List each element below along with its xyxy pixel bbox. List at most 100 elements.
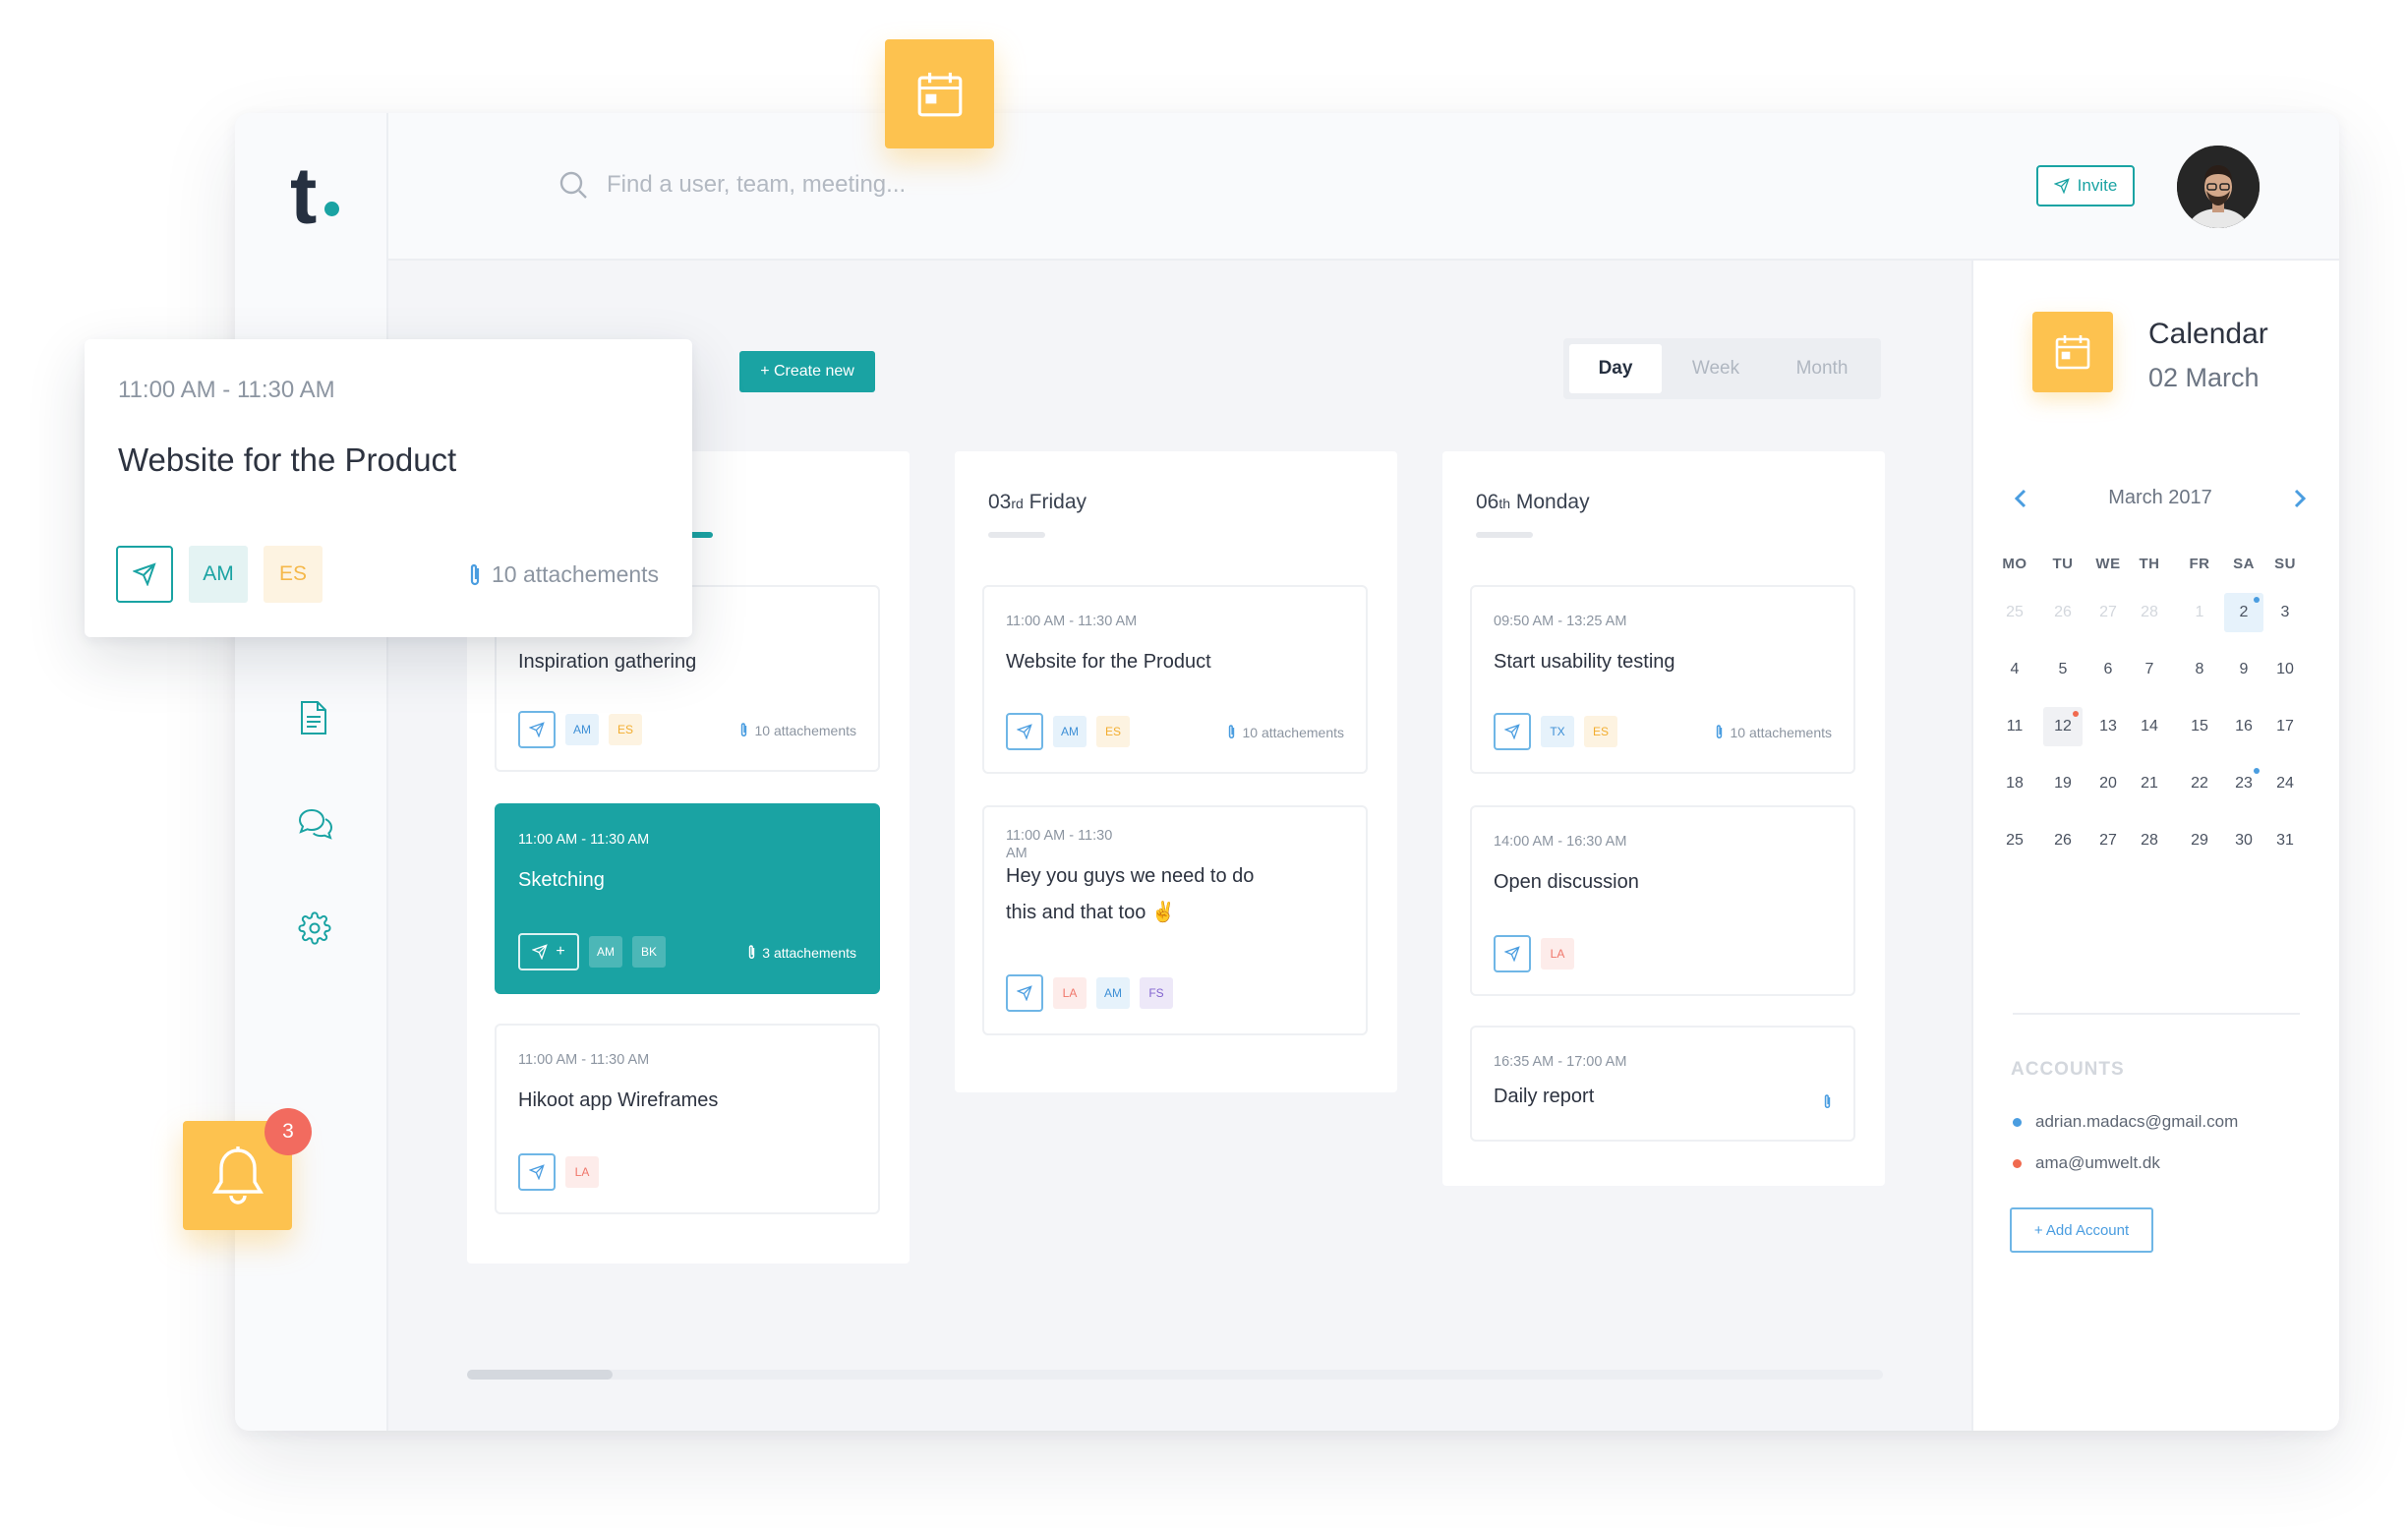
calendar-day[interactable]: 28	[2130, 821, 2169, 860]
calendar-day[interactable]: 16	[2224, 707, 2263, 746]
paperclip-icon	[1715, 724, 1724, 740]
horizontal-scrollbar[interactable]	[467, 1370, 1883, 1380]
view-month-tab[interactable]: Month	[1770, 344, 1874, 393]
attachments-link[interactable]: 10 attachements	[1715, 724, 1832, 740]
calendar-day[interactable]: 7	[2130, 650, 2169, 689]
send-button[interactable]	[1494, 713, 1531, 750]
add-account-button[interactable]: + Add Account	[2010, 1207, 2153, 1253]
scrollbar-thumb[interactable]	[467, 1370, 613, 1380]
calendar-day[interactable]: 8	[2180, 650, 2219, 689]
assignee-tag[interactable]: AM	[1053, 716, 1087, 747]
invite-button[interactable]: Invite	[2036, 165, 2135, 206]
calendar-day[interactable]: 18	[1995, 764, 2034, 803]
event-card[interactable]: 09:50 AM - 13:25 AM Start usability test…	[1470, 585, 1855, 774]
assignee-tag[interactable]: FS	[1140, 977, 1173, 1009]
event-time: 11:00 AM - 11:30 AM	[1006, 614, 1138, 629]
event-card[interactable]: 11:00 AM - 11:30 AM Hey you guys we need…	[982, 805, 1368, 1035]
event-dot	[2254, 597, 2260, 603]
calendar-day[interactable]: 17	[2265, 707, 2305, 746]
event-card[interactable]: 16:35 AM - 17:00 AM Daily report	[1470, 1026, 1855, 1142]
search-input[interactable]	[607, 162, 1216, 207]
calendar-day[interactable]: 15	[2180, 707, 2219, 746]
event-card-highlighted[interactable]: 11:00 AM - 11:30 AM Sketching + AM BK 3 …	[495, 803, 880, 994]
attachments-link[interactable]: 10 attachements	[1227, 724, 1344, 740]
assignee-tag[interactable]: ES	[609, 714, 642, 745]
assignee-tag[interactable]: ES	[264, 546, 323, 603]
send-button[interactable]: +	[518, 933, 579, 970]
event-card[interactable]: 14:00 AM - 16:30 AM Open discussion LA	[1470, 805, 1855, 996]
attachments-link[interactable]: 10 attachements	[468, 561, 659, 588]
calendar-day[interactable]: 26	[2043, 821, 2083, 860]
floating-calendar-button[interactable]	[885, 39, 994, 148]
calendar-day[interactable]: 4	[1995, 650, 2034, 689]
calendar-day[interactable]: 24	[2265, 764, 2305, 803]
event-card[interactable]: 11:00 AM - 11:30 AM Website for the Prod…	[982, 585, 1368, 774]
calendar-day[interactable]: 5	[2043, 650, 2083, 689]
calendar-day[interactable]: 27	[2088, 821, 2128, 860]
calendar-day[interactable]: 14	[2130, 707, 2169, 746]
chevron-right-icon[interactable]	[2292, 489, 2308, 508]
send-icon	[2053, 178, 2070, 194]
assignee-tag[interactable]: ES	[1584, 716, 1617, 747]
calendar-day[interactable]: 21	[2130, 764, 2169, 803]
create-new-button[interactable]: + Create new	[739, 351, 875, 392]
send-button[interactable]	[1006, 713, 1043, 750]
view-week-tab[interactable]: Week	[1664, 344, 1768, 393]
calendar-day[interactable]: 9	[2224, 650, 2263, 689]
paperclip-icon	[468, 562, 482, 588]
assignee-tag[interactable]: AM	[589, 936, 622, 968]
calendar-day[interactable]: 6	[2088, 650, 2128, 689]
calendar-day[interactable]: 19	[2043, 764, 2083, 803]
assignee-tag[interactable]: TX	[1541, 716, 1574, 747]
assignee-tag[interactable]: LA	[1053, 977, 1087, 1009]
assignee-tag[interactable]: ES	[1096, 716, 1130, 747]
send-button[interactable]	[1006, 974, 1043, 1012]
messages-icon[interactable]	[298, 807, 333, 841]
assignee-tag[interactable]: LA	[565, 1156, 599, 1188]
chevron-left-icon[interactable]	[2013, 489, 2028, 508]
attachments-link[interactable]	[1823, 1093, 1832, 1110]
send-button[interactable]	[116, 546, 173, 603]
event-card[interactable]: 11:00 AM - 11:30 AM Hikoot app Wireframe…	[495, 1024, 880, 1214]
calendar-day[interactable]: 25	[1995, 821, 2034, 860]
event-detail-popup[interactable]: 11:00 AM - 11:30 AM Website for the Prod…	[85, 339, 692, 637]
calendar-badge	[2032, 312, 2113, 392]
send-button[interactable]	[1494, 935, 1531, 972]
calendar-day[interactable]: 31	[2265, 821, 2305, 860]
calendar-day[interactable]: 25	[1995, 593, 2034, 632]
attachments-link[interactable]: 10 attachements	[739, 722, 856, 738]
event-footer: LA AM FS	[1006, 974, 1173, 1012]
popup-footer: AM ES	[116, 546, 323, 603]
event-time: 16:35 AM - 17:00 AM	[1494, 1054, 1627, 1070]
assignee-tag[interactable]: LA	[1541, 938, 1574, 970]
send-button[interactable]	[518, 1153, 556, 1191]
event-footer: LA	[1494, 935, 1574, 972]
calendar-day[interactable]: 10	[2265, 650, 2305, 689]
calendar-day[interactable]: 29	[2180, 821, 2219, 860]
account-item[interactable]: ama@umwelt.dk	[2013, 1153, 2160, 1173]
view-day-tab[interactable]: Day	[1569, 344, 1662, 393]
calendar-day[interactable]: 13	[2088, 707, 2128, 746]
documents-icon[interactable]	[298, 700, 329, 735]
notification-count-badge[interactable]: 3	[264, 1108, 312, 1155]
calendar-day[interactable]: 11	[1995, 707, 2034, 746]
assignee-tag[interactable]: AM	[565, 714, 599, 745]
calendar-day[interactable]: 1	[2180, 593, 2219, 632]
calendar-day[interactable]: 20	[2088, 764, 2128, 803]
calendar-day[interactable]: 3	[2265, 593, 2305, 632]
weekday-label: FR	[2189, 556, 2210, 572]
calendar-day[interactable]: 27	[2088, 593, 2128, 632]
calendar-day[interactable]: 28	[2130, 593, 2169, 632]
day-suffix: th	[1498, 496, 1511, 511]
attachments-link[interactable]: 3 attachements	[747, 944, 856, 961]
account-item[interactable]: adrian.madacs@gmail.com	[2013, 1112, 2238, 1132]
assignee-tag[interactable]: AM	[1096, 977, 1130, 1009]
assignee-tag[interactable]: BK	[632, 936, 666, 968]
calendar-day[interactable]: 30	[2224, 821, 2263, 860]
send-button[interactable]	[518, 711, 556, 748]
calendar-day[interactable]: 26	[2043, 593, 2083, 632]
settings-gear-icon[interactable]	[298, 911, 331, 945]
calendar-day[interactable]: 22	[2180, 764, 2219, 803]
user-avatar[interactable]	[2177, 146, 2260, 228]
assignee-tag[interactable]: AM	[189, 546, 248, 603]
